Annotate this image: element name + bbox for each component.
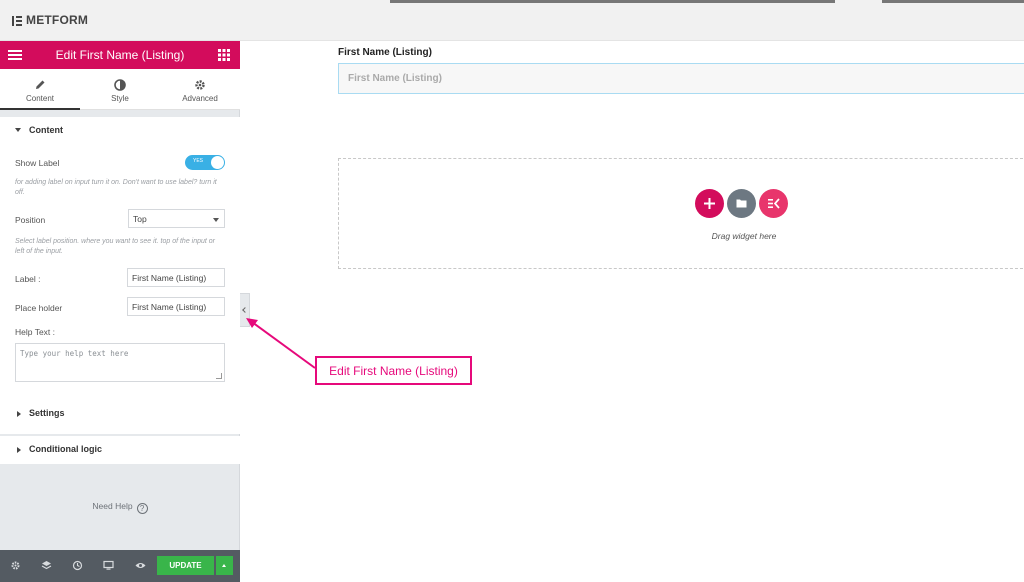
position-label: Position: [15, 215, 46, 225]
caret-right-icon: [17, 411, 21, 417]
label-input-value: First Name (Listing): [132, 273, 207, 283]
need-help-link[interactable]: Need Help?: [0, 501, 240, 514]
tab-content[interactable]: Content: [0, 69, 80, 110]
layers-icon[interactable]: [41, 560, 52, 571]
toggle-text: YES: [193, 158, 204, 164]
show-label-hint: for adding label on input turn it on. Do…: [15, 179, 217, 196]
tab-label: Content: [25, 94, 55, 103]
grid-icon[interactable]: [218, 49, 230, 61]
conditional-logic-section-header[interactable]: Conditional logic: [0, 436, 240, 464]
settings-head: Settings: [0, 400, 240, 428]
position-value: Top: [133, 214, 147, 224]
placeholder-field-label: Place holder: [15, 303, 63, 313]
drag-widget-hint: Drag widget here: [711, 231, 777, 241]
conditional-head: Conditional logic: [0, 436, 240, 464]
help-text-placeholder: Type your help text here: [20, 349, 129, 358]
half-circle-icon: [114, 79, 126, 91]
section-title: Settings: [29, 408, 65, 418]
show-label-toggle[interactable]: YES: [185, 155, 225, 170]
plus-icon: [704, 198, 715, 209]
update-options-button[interactable]: [216, 556, 233, 575]
elementor-icon: [12, 16, 22, 26]
top-bar: METFORM: [0, 0, 1024, 41]
editor-root: METFORM Edit First Name (Listing) Conten…: [0, 0, 1024, 582]
annotation-callout: Edit First Name (Listing): [315, 356, 472, 385]
annotation-text: Edit First Name (Listing): [329, 364, 458, 378]
placeholder-input-value: First Name (Listing): [132, 302, 207, 312]
history-icon[interactable]: [72, 560, 83, 571]
help-text-textarea[interactable]: Type your help text here: [15, 343, 225, 382]
gear-icon[interactable]: [10, 560, 21, 571]
top-strip: [882, 0, 1024, 3]
tab-style[interactable]: Style: [80, 69, 160, 110]
show-label-label: Show Label: [15, 158, 60, 168]
section-title: Content: [29, 125, 63, 135]
content-section-header[interactable]: Content: [0, 117, 240, 145]
settings-section-header[interactable]: Settings: [0, 400, 240, 428]
resize-grip-icon[interactable]: [216, 373, 222, 379]
chevron-left-icon: [242, 307, 248, 313]
editor-panel: Edit First Name (Listing) Content Style: [0, 41, 240, 582]
desktop-icon[interactable]: [103, 560, 114, 571]
panel-header: Edit First Name (Listing): [0, 41, 240, 69]
panel-footer: UPDATE: [0, 550, 240, 582]
panel-collapse-handle[interactable]: [240, 293, 250, 327]
form-text-input[interactable]: First Name (Listing): [338, 63, 1024, 94]
panel-title: Edit First Name (Listing): [55, 48, 185, 62]
need-help-label: Need Help: [92, 501, 133, 511]
question-icon: ?: [136, 503, 148, 514]
position-select[interactable]: Top: [128, 209, 225, 228]
caret-right-icon: [17, 447, 21, 453]
update-button[interactable]: UPDATE: [157, 556, 214, 575]
placeholder-input[interactable]: First Name (Listing): [127, 297, 225, 316]
elementskit-icon: [768, 198, 780, 209]
top-strip: [390, 0, 835, 3]
pencil-icon: [36, 80, 45, 89]
folder-icon: [736, 199, 747, 208]
brand-name: METFORM: [26, 13, 89, 27]
add-template-button[interactable]: [727, 189, 756, 218]
tab-label: Style: [111, 94, 129, 103]
toggle-knob: [211, 156, 224, 169]
form-field-label: First Name (Listing): [338, 47, 432, 58]
add-section-button[interactable]: [695, 189, 724, 218]
form-input-placeholder: First Name (Listing): [348, 73, 442, 84]
widget-drop-zone[interactable]: Drag widget here: [338, 158, 1024, 269]
tab-label: Advanced: [182, 94, 218, 103]
gear-icon: [195, 80, 205, 90]
caret-up-icon: [222, 564, 226, 567]
panel-tabs: Content Style Advanced: [0, 69, 240, 110]
eye-icon[interactable]: [135, 560, 146, 571]
section-title: Conditional logic: [29, 444, 102, 454]
help-text-label: Help Text :: [15, 327, 56, 337]
chevron-down-icon: [213, 218, 219, 222]
caret-down-icon: [15, 128, 21, 132]
position-hint: Select label position. where you want to…: [15, 238, 216, 255]
label-field-label: Label :: [15, 274, 41, 284]
tab-advanced[interactable]: Advanced: [160, 69, 240, 110]
label-input[interactable]: First Name (Listing): [127, 268, 225, 287]
elementskit-button[interactable]: [759, 189, 788, 218]
